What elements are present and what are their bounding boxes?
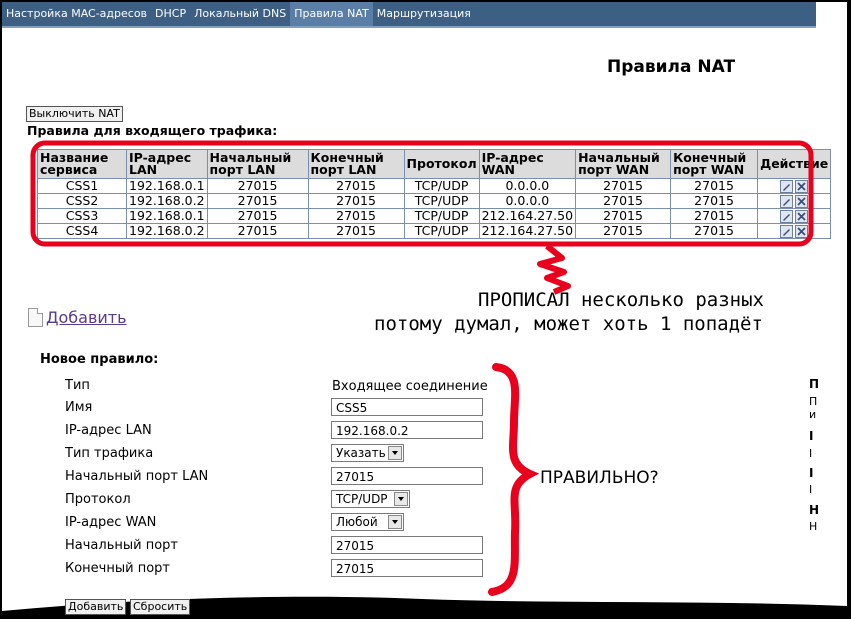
lan-start-port-input[interactable]: 27015 <box>331 467 483 485</box>
chevron-down-icon <box>388 515 402 529</box>
start-port-input[interactable]: 27015 <box>331 536 483 554</box>
traffic-type-label: Тип трафика <box>65 446 154 461</box>
page: Настройка MAC-адресов DHCP Локальный DNS… <box>2 2 847 615</box>
right-fragment-3: I <box>809 429 814 443</box>
end-port-input[interactable]: 27015 <box>331 559 483 577</box>
wan-ip-label: IP-адрес WAN <box>65 515 157 530</box>
right-fragment-5: I <box>809 466 814 480</box>
torn-edge-bottom <box>2 596 847 615</box>
chevron-down-icon <box>388 446 402 460</box>
traffic-type-select[interactable]: Указать <box>331 444 404 462</box>
chevron-down-icon <box>394 492 408 506</box>
start-port-label: Начальный порт <box>65 538 178 553</box>
right-fragment-1: П <box>809 395 818 408</box>
right-fragment-0: П <box>809 377 820 391</box>
protocol-label: Протокол <box>65 492 131 507</box>
red-box-annotation <box>30 140 814 247</box>
add-rule-link[interactable]: Добавить <box>46 308 127 327</box>
end-port-label: Конечный порт <box>65 561 170 576</box>
annotation-note-line1: ПРОПИСАЛ несколько разных <box>478 289 764 311</box>
traffic-type-value: Указать <box>336 446 386 460</box>
right-fragment-2: и <box>809 408 817 421</box>
name-input[interactable]: CSS5 <box>331 398 483 416</box>
document-icon <box>28 308 43 327</box>
add-button[interactable]: Добавить <box>65 599 127 615</box>
lan-ip-label: IP-адрес LAN <box>65 423 152 438</box>
type-value: Входящее соединение <box>332 379 488 394</box>
right-fragment-7: Н <box>809 503 820 517</box>
new-rule-title: Новое правило: <box>40 352 159 367</box>
right-fragment-6: I <box>809 483 813 496</box>
wan-ip-value: Любой <box>336 515 378 529</box>
annotation-note-line2: потому думал, может хоть 1 попадёт <box>374 313 763 335</box>
right-fragment-4: I <box>809 447 813 460</box>
add-rule-link-block: Добавить <box>28 308 127 327</box>
red-brace-annotation <box>488 363 540 596</box>
lan-start-port-label: Начальный порт LAN <box>65 469 209 484</box>
right-fragment-8: Н <box>809 520 818 533</box>
annotation-question: ПРАВИЛЬНО? <box>540 468 659 488</box>
lan-ip-input[interactable]: 192.168.0.2 <box>331 421 483 439</box>
reset-button[interactable]: Сбросить <box>130 599 191 615</box>
wan-ip-select[interactable]: Любой <box>331 513 404 531</box>
protocol-select[interactable]: TCP/UDP <box>331 490 410 508</box>
protocol-value: TCP/UDP <box>336 492 388 506</box>
name-label: Имя <box>65 400 93 415</box>
red-zigzag-annotation <box>537 243 571 295</box>
type-label: Тип <box>65 378 90 393</box>
